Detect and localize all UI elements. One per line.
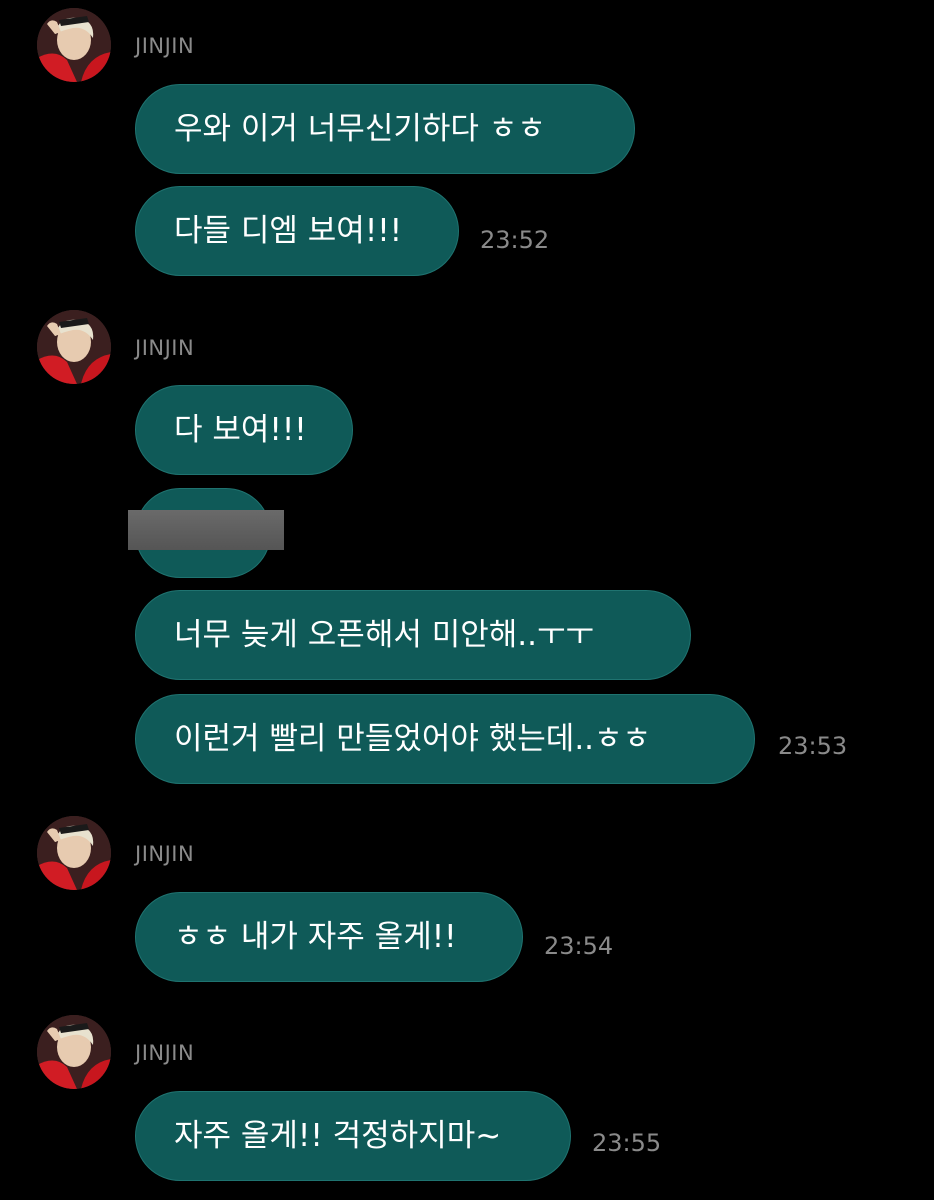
redaction-bar xyxy=(128,510,284,550)
avatar-image-icon xyxy=(37,310,111,384)
timestamp: 23:53 xyxy=(778,732,848,760)
message-bubble[interactable]: ㅎㅎ 내가 자주 올게!! xyxy=(135,892,523,982)
sender-name: JINJIN xyxy=(135,336,195,360)
avatar[interactable] xyxy=(37,310,111,384)
timestamp: 23:54 xyxy=(544,932,614,960)
message-bubble[interactable]: 자주 올게!! 걱정하지마~ xyxy=(135,1091,571,1181)
timestamp: 23:55 xyxy=(592,1129,662,1157)
message-bubble[interactable]: 다 보여!!! xyxy=(135,385,353,475)
avatar[interactable] xyxy=(37,8,111,82)
message-bubble[interactable]: 다들 디엠 보여!!! xyxy=(135,186,459,276)
message-bubble[interactable]: 이런거 빨리 만들었어야 했는데..ㅎㅎ xyxy=(135,694,755,784)
avatar-image-icon xyxy=(37,8,111,82)
sender-name: JINJIN xyxy=(135,34,195,58)
message-bubble[interactable]: 너무 늦게 오픈해서 미안해..ㅜㅜ xyxy=(135,590,691,680)
avatar[interactable] xyxy=(37,816,111,890)
timestamp: 23:52 xyxy=(480,226,550,254)
message-bubble[interactable]: 우와 이거 너무신기하다 ㅎㅎ xyxy=(135,84,635,174)
avatar-image-icon xyxy=(37,1015,111,1089)
avatar[interactable] xyxy=(37,1015,111,1089)
avatar-image-icon xyxy=(37,816,111,890)
sender-name: JINJIN xyxy=(135,1041,195,1065)
sender-name: JINJIN xyxy=(135,842,195,866)
